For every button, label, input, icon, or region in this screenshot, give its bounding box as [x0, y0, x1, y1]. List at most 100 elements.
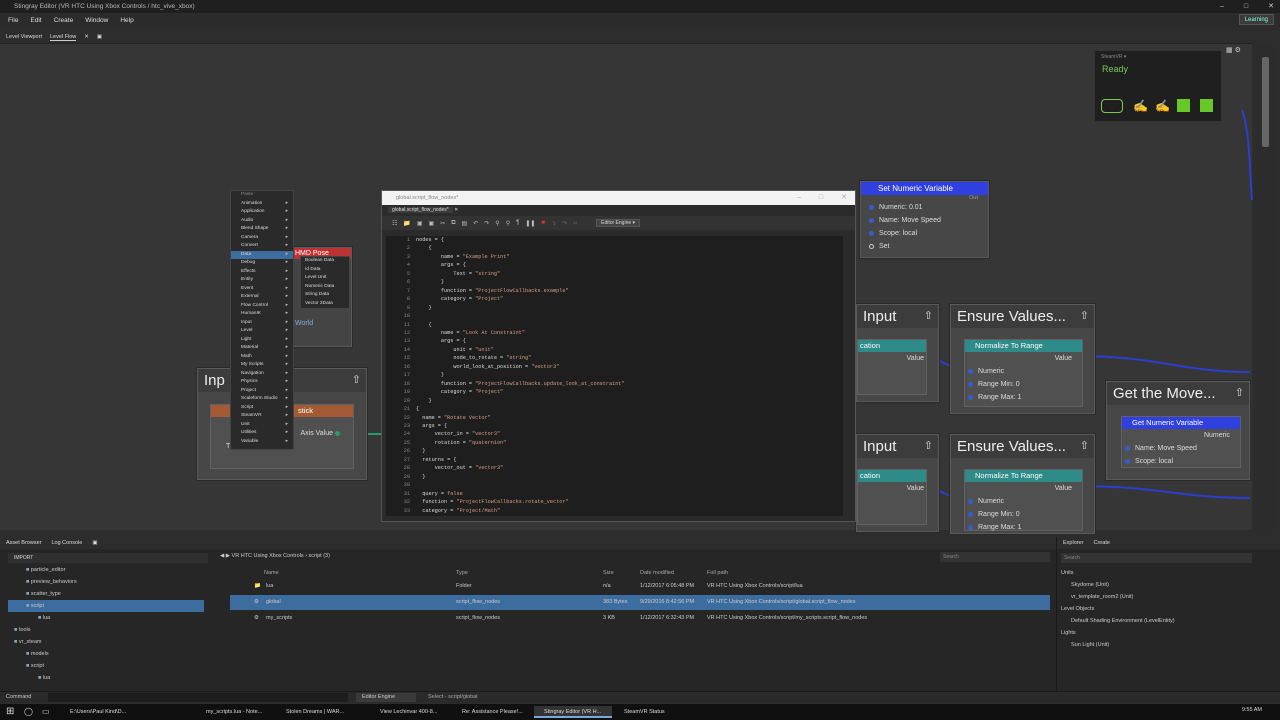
- numeric-field[interactable]: Numeric: 0.01: [879, 204, 923, 211]
- node-pin-icon[interactable]: ⇧: [924, 309, 933, 322]
- back-icon[interactable]: ◀: [220, 553, 224, 559]
- context-menu-item[interactable]: Event ▸: [231, 285, 293, 294]
- maximize-icon[interactable]: □: [819, 191, 823, 205]
- stop-icon[interactable]: ■: [541, 220, 545, 226]
- menu-edit[interactable]: Edit: [30, 17, 41, 24]
- context-menu-item[interactable]: Utilities ▸: [231, 429, 293, 438]
- save-all-icon[interactable]: ▣: [429, 220, 435, 227]
- normalize-to-range-subnode[interactable]: Normalize To Range Value Numeric Range M…: [964, 469, 1083, 531]
- context-menu-item[interactable]: My Scripts ▸: [231, 361, 293, 370]
- vertical-scrollbar[interactable]: [1256, 43, 1276, 530]
- col-path[interactable]: Full path: [707, 570, 728, 576]
- context-menu-item[interactable]: SteamVR ▸: [231, 412, 293, 421]
- submenu-item[interactable]: String Data: [301, 291, 349, 300]
- context-menu-item[interactable]: Script ▸: [231, 404, 293, 413]
- pause-icon[interactable]: ❚❚: [525, 220, 535, 227]
- context-menu-item[interactable]: Light ▸: [231, 336, 293, 345]
- context-menu-item[interactable]: Blend Shape ▸: [231, 225, 293, 234]
- explorer-item[interactable]: Lights: [1057, 627, 1256, 639]
- taskbar-item[interactable]: my_scripts.lua - Note...: [196, 706, 274, 718]
- taskbar-item[interactable]: SteamVR Status: [614, 706, 692, 718]
- explorer-item[interactable]: vr_template_room2 (Unit): [1057, 591, 1256, 603]
- command-input[interactable]: [48, 693, 348, 702]
- taskbar-item[interactable]: Re: Assistance Please!...: [452, 706, 530, 718]
- submenu-item[interactable]: Id Data: [301, 266, 349, 275]
- name-field[interactable]: Name: Move Speed: [879, 217, 941, 224]
- tab-level-flow[interactable]: Level Flow: [49, 34, 77, 41]
- add-tab-icon[interactable]: ▣: [92, 537, 97, 549]
- maximize-icon[interactable]: □: [1244, 0, 1248, 13]
- col-name[interactable]: Name: [264, 570, 279, 576]
- explorer-item[interactable]: Default Shading Environment (LevelEntity…: [1057, 615, 1256, 627]
- tree-item[interactable]: ■ script: [8, 660, 204, 672]
- explorer-item[interactable]: Level Objects: [1057, 603, 1256, 615]
- windows-start-icon[interactable]: ⊞: [6, 706, 14, 717]
- col-size[interactable]: Size: [603, 570, 614, 576]
- close-icon[interactable]: ✕: [1268, 0, 1274, 13]
- context-menu-item[interactable]: HumanIK ▸: [231, 310, 293, 319]
- flow-node-input[interactable]: Input ⇧ cation Value: [856, 434, 939, 532]
- flow-node-set-numeric-variable[interactable]: Set Numeric Variable Out Numeric: 0.01 N…: [860, 181, 989, 258]
- code-area[interactable]: 1 2 3 4 5 6 7 8 9 10 11 12 13 14 15 16 17 18 19 20 21 22 23 24 2…: [386, 236, 843, 516]
- context-menu-item[interactable]: Audio ▸: [231, 217, 293, 226]
- flow-node-input[interactable]: Input ⇧ cation Value: [856, 304, 939, 402]
- subnode[interactable]: cation Value: [857, 469, 927, 525]
- context-menu-item[interactable]: Material ▸: [231, 344, 293, 353]
- context-menu-item[interactable]: Input ▸: [231, 319, 293, 328]
- search-icon[interactable]: ◯: [24, 707, 33, 716]
- context-menu-item[interactable]: Navigation ▸: [231, 370, 293, 379]
- tree-item[interactable]: ■ vr_steam: [8, 636, 204, 648]
- submenu-item[interactable]: Vector 3Data: [301, 300, 349, 309]
- flow-node-get-move[interactable]: Get the Move... ⇧ Get Numeric Variable N…: [1106, 381, 1250, 480]
- minimize-icon[interactable]: –: [1220, 0, 1224, 13]
- copy-icon[interactable]: ⧉: [451, 220, 455, 227]
- range-min-field[interactable]: Range Min: 0: [978, 511, 1020, 518]
- flow-node-ensure-values[interactable]: Ensure Values... ⇧ Normalize To Range Va…: [950, 304, 1095, 414]
- paragraph-icon[interactable]: ¶: [516, 220, 519, 226]
- node-pin-icon[interactable]: ⇧: [352, 373, 361, 386]
- menu-file[interactable]: File: [8, 17, 18, 24]
- table-row[interactable]: 📁 lua Folder n/a 1/12/2017 6:05:48 PM VR…: [230, 579, 1050, 594]
- paste-icon[interactable]: ▤: [462, 220, 468, 227]
- tab-asset-browser[interactable]: Asset Browser: [6, 537, 41, 549]
- context-menu-item[interactable]: Entity ▸: [231, 276, 293, 285]
- table-row[interactable]: ⚙ my_scripts script_flow_nodes 3 KB 1/12…: [230, 611, 1050, 626]
- context-menu-item[interactable]: Physics ▸: [231, 378, 293, 387]
- numeric-input[interactable]: Numeric: [978, 498, 1004, 505]
- context-menu-item[interactable]: Level ▸: [231, 327, 293, 336]
- node-pin-icon[interactable]: ⇧: [1080, 309, 1089, 322]
- search-icon[interactable]: ⚲: [495, 220, 499, 227]
- taskbar-item[interactable]: View Lechinvar 400-8...: [370, 706, 448, 718]
- tree-item[interactable]: ■ lua: [8, 672, 204, 684]
- redo-icon[interactable]: ↷: [484, 220, 489, 227]
- save-icon[interactable]: ▣: [417, 220, 423, 227]
- set-pin[interactable]: Set: [879, 243, 890, 250]
- taskbar-item[interactable]: Stingray Editor (VR H...: [534, 706, 612, 718]
- tab-create[interactable]: Create: [1093, 537, 1110, 549]
- submenu-item[interactable]: Numeric Data: [301, 283, 349, 292]
- code-text[interactable]: nodes = { { name = "Example Print" args …: [416, 236, 625, 515]
- gear-icon[interactable]: ⚙: [1235, 47, 1241, 54]
- menu-help[interactable]: Help: [120, 17, 133, 24]
- context-menu-item[interactable]: Flow Control ▸: [231, 302, 293, 311]
- table-row[interactable]: ⚙ global script_flow_nodes 383 Bytes 9/2…: [230, 595, 1050, 610]
- context-menu-item[interactable]: Effects ▸: [231, 268, 293, 277]
- submenu-item[interactable]: Boolean Data: [301, 257, 349, 266]
- name-field[interactable]: Name: Move Speed: [1135, 445, 1197, 452]
- step-icon[interactable]: ↴: [551, 220, 556, 227]
- minimize-icon[interactable]: –: [797, 191, 801, 205]
- normalize-to-range-subnode[interactable]: Normalize To Range Value Numeric Range M…: [964, 339, 1083, 407]
- undo-icon[interactable]: ↶: [473, 220, 478, 227]
- value-output[interactable]: Value: [965, 352, 1082, 365]
- col-date[interactable]: Date modified: [640, 570, 674, 576]
- cut-icon[interactable]: ✂: [440, 220, 445, 227]
- step-over-icon[interactable]: ↷: [562, 220, 567, 227]
- context-menu-item[interactable]: Scaleform Studio ▸: [231, 395, 293, 404]
- tree-item[interactable]: ■ preview_behaviors: [8, 576, 204, 588]
- scope-field[interactable]: Scope: local: [879, 230, 917, 237]
- asset-search-input[interactable]: Search: [940, 552, 1050, 562]
- tree-item[interactable]: ■ particle_editor: [8, 564, 204, 576]
- menu-window[interactable]: Window: [85, 17, 108, 24]
- context-menu-item[interactable]: Math ▸: [231, 353, 293, 362]
- numeric-output[interactable]: Numeric: [1122, 429, 1240, 442]
